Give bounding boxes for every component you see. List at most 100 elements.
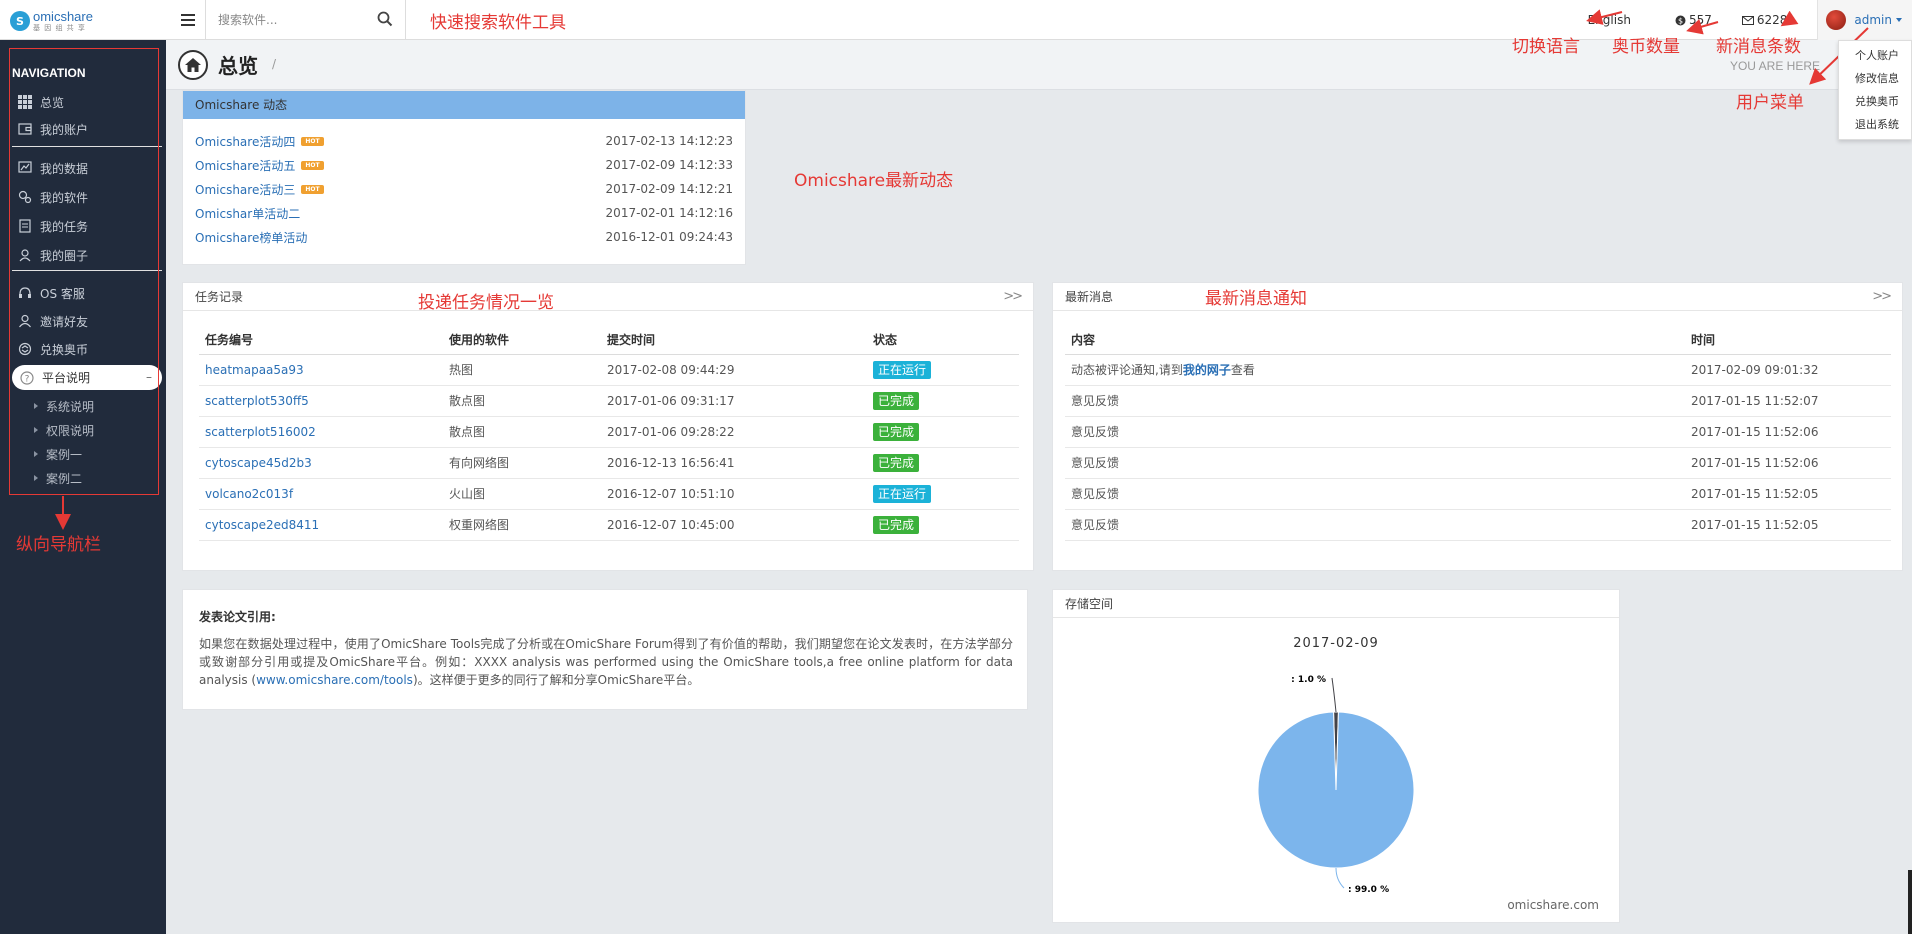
annotation-search: 快速搜索软件工具	[430, 13, 566, 33]
user-dropdown[interactable]: admin	[1817, 0, 1912, 40]
news-item-title[interactable]: Omicshar单活动二	[195, 205, 300, 222]
news-item-date: 2017-02-09 14:12:33	[605, 158, 733, 172]
task-status-cell: 已完成	[867, 447, 1019, 479]
search-box	[206, 0, 406, 40]
news-item-date: 2017-02-01 14:12:16	[605, 206, 733, 220]
table-row: cytoscape2ed8411 权重网络图 2016-12-07 10:45:00…	[199, 509, 1019, 541]
home-button[interactable]	[178, 50, 208, 80]
column-header: 时间	[1685, 325, 1891, 355]
svg-text:$: $	[1678, 16, 1683, 25]
table-row: scatterplot516002 散点图 2017-01-06 09:28:22 已…	[199, 416, 1019, 448]
annotation-coins: 奥币数量	[1612, 37, 1680, 57]
table-row: heatmapaa5a93 热图 2017-02-08 09:44:29 正在运行	[199, 354, 1019, 386]
message-suffix: 查看	[1230, 363, 1255, 377]
messages-more-link[interactable]: >>	[1872, 283, 1892, 311]
news-panel: Omicshare 动态 Omicshare活动四 HOT 2017-02-13 1…	[182, 90, 746, 265]
task-software: 热图	[443, 354, 601, 386]
task-more-link[interactable]: >>	[1003, 283, 1023, 311]
table-row[interactable]: 意见反馈 2017-01-15 11:52:06	[1065, 416, 1891, 448]
hot-badge: HOT	[301, 136, 324, 146]
annotation-user-menu: 用户菜单	[1736, 93, 1804, 113]
user-menu-account[interactable]: 个人账户	[1839, 44, 1911, 67]
task-software: 火山图	[443, 478, 601, 510]
search-icon[interactable]	[377, 11, 393, 27]
task-id-link[interactable]: cytoscape2ed8411	[199, 509, 443, 541]
task-id-link[interactable]: heatmapaa5a93	[199, 354, 443, 386]
table-row[interactable]: 动态被评论通知,请到我的网子查看 2017-02-09 09:01:32	[1065, 354, 1891, 386]
news-item[interactable]: Omicshare活动四 HOT 2017-02-13 14:12:23	[195, 133, 733, 149]
table-row[interactable]: 意见反馈 2017-01-15 11:52:05	[1065, 478, 1891, 510]
message-time: 2017-01-15 11:52:05	[1685, 509, 1891, 541]
messages-panel-header: 最新消息 >>	[1053, 283, 1902, 311]
column-header: 任务编号	[199, 325, 443, 355]
breadcrumb-separator: /	[272, 57, 277, 71]
column-header: 提交时间	[601, 325, 867, 355]
task-software: 权重网络图	[443, 509, 601, 541]
message-time: 2017-01-15 11:52:07	[1685, 385, 1891, 417]
page-title: 总览	[218, 54, 258, 78]
task-status-cell: 已完成	[867, 416, 1019, 448]
citation-link[interactable]: www.omicshare.com/tools	[256, 673, 413, 687]
task-status-cell: 已完成	[867, 509, 1019, 541]
hamburger-icon	[180, 14, 195, 26]
language-switch[interactable]: English	[1588, 13, 1631, 27]
task-panel-header: 任务记录 >>	[183, 283, 1033, 311]
status-badge: 已完成	[873, 391, 920, 410]
task-time: 2016-12-13 16:56:41	[601, 447, 867, 479]
scrollbar-handle[interactable]	[1908, 870, 1912, 934]
storage-pie-chart: : 99.0 %: 1.0 %	[1257, 675, 1415, 895]
table-row[interactable]: 意见反馈 2017-01-15 11:52:05	[1065, 509, 1891, 541]
task-time: 2016-12-07 10:51:10	[601, 478, 867, 510]
nav-annotation-box	[9, 48, 159, 495]
message-time: 2017-01-15 11:52:05	[1685, 478, 1891, 510]
pie-label: : 99.0 %	[1348, 885, 1389, 895]
news-panel-title: Omicshare 动态	[183, 91, 745, 119]
news-item[interactable]: Omicshare榜单活动 2016-12-01 09:24:43	[195, 229, 733, 245]
search-input[interactable]	[218, 11, 368, 29]
task-panel-title: 任务记录	[195, 290, 244, 304]
menu-toggle-button[interactable]	[170, 0, 206, 40]
news-item-title[interactable]: Omicshare榜单活动	[195, 229, 307, 246]
coin-balance[interactable]: $ 557	[1675, 13, 1712, 27]
message-count[interactable]: 6228	[1741, 13, 1787, 27]
table-row: scatterplot530ff5 散点图 2017-01-06 09:31:17 已…	[199, 385, 1019, 417]
message-time: 2017-01-15 11:52:06	[1685, 447, 1891, 479]
task-id-link[interactable]: volcano2c013f	[199, 478, 443, 510]
logo[interactable]: S omicshare 基 因 组 共 享	[10, 8, 170, 34]
message-time: 2017-01-15 11:52:06	[1685, 416, 1891, 448]
citation-tail: )。这样便于更多的同行了解和分享OmicShare平台。	[412, 673, 700, 687]
chart-credit[interactable]: omicshare.com	[1507, 898, 1599, 912]
logo-icon: S	[10, 11, 30, 31]
status-badge: 已完成	[873, 422, 920, 441]
news-item-date: 2017-02-13 14:12:23	[605, 134, 733, 148]
task-id-link[interactable]: cytoscape45d2b3	[199, 447, 443, 479]
message-content: 意见反馈	[1065, 478, 1685, 510]
coin-count: 557	[1688, 13, 1712, 27]
table-row[interactable]: 意见反馈 2017-01-15 11:52:06	[1065, 447, 1891, 479]
task-status-cell: 正在运行	[867, 354, 1019, 386]
news-item[interactable]: Omicshar单活动二 2017-02-01 14:12:16	[195, 205, 733, 221]
news-item[interactable]: Omicshare活动五 HOT 2017-02-09 14:12:33	[195, 157, 733, 173]
news-item-title[interactable]: Omicshare活动五	[195, 157, 295, 174]
status-badge: 正在运行	[873, 484, 932, 503]
task-time: 2017-02-08 09:44:29	[601, 354, 867, 386]
user-menu-logout[interactable]: 退出系统	[1839, 113, 1911, 136]
logo-subtitle: 基 因 组 共 享	[33, 24, 86, 32]
task-time: 2017-01-06 09:28:22	[601, 416, 867, 448]
table-row: cytoscape45d2b3 有向网络图 2016-12-13 16:56:41 已…	[199, 447, 1019, 479]
message-link[interactable]: 我的网子	[1183, 363, 1231, 377]
task-software: 散点图	[443, 385, 601, 417]
user-menu-exchange-coins[interactable]: 兑换奥币	[1839, 90, 1911, 113]
messages-panel-title: 最新消息	[1065, 290, 1114, 304]
news-item-title[interactable]: Omicshare活动四	[195, 133, 295, 150]
task-id-link[interactable]: scatterplot516002	[199, 416, 443, 448]
annotation-news: Omicshare最新动态	[794, 171, 954, 191]
table-row[interactable]: 意见反馈 2017-01-15 11:52:07	[1065, 385, 1891, 417]
citation-panel: 发表论文引用: 如果您在数据处理过程中，使用了OmicShare Tools完成…	[182, 589, 1028, 710]
envelope-icon	[1741, 15, 1754, 25]
news-item[interactable]: Omicshare活动三 HOT 2017-02-09 14:12:21	[195, 181, 733, 197]
user-menu-edit-info[interactable]: 修改信息	[1839, 67, 1911, 90]
column-header: 使用的软件	[443, 325, 601, 355]
news-item-title[interactable]: Omicshare活动三	[195, 181, 295, 198]
task-id-link[interactable]: scatterplot530ff5	[199, 385, 443, 417]
